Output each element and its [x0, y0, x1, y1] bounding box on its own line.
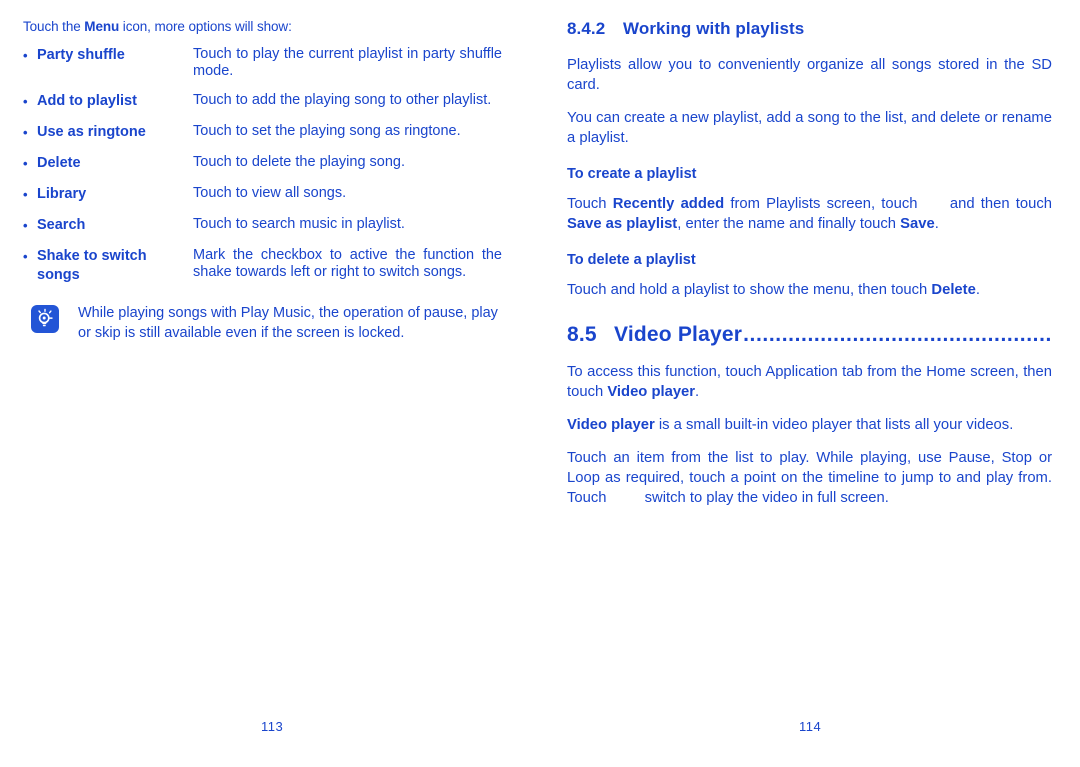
- bullet-icon: •: [23, 94, 28, 109]
- option-term-search: • Search: [23, 216, 193, 247]
- bullet-icon: •: [23, 249, 28, 264]
- menu-keyword: Menu: [84, 19, 120, 34]
- option-term-add-to-playlist: • Add to playlist: [23, 92, 193, 123]
- video-player-keyword: Video player: [567, 417, 655, 433]
- right-page-column: 8.4.2 Working with playlists Playlists al…: [567, 18, 1052, 508]
- bullet-icon: •: [23, 48, 28, 63]
- step-text: Touch: [567, 196, 613, 212]
- option-term-label: Delete: [37, 155, 81, 171]
- table-row: • Library Touch to view all songs.: [23, 185, 504, 216]
- bullet-icon: •: [23, 156, 28, 171]
- option-desc-party-shuffle: Touch to play the current playlist in pa…: [193, 46, 502, 79]
- option-desc-add-to-playlist: Touch to add the playing song to other p…: [193, 92, 492, 108]
- subheading-delete-playlist: To delete a playlist: [567, 252, 696, 268]
- recently-added-keyword: Recently added: [612, 196, 725, 212]
- paragraph-text: switch to play the video in full screen.: [644, 490, 889, 506]
- option-term-label: Search: [37, 217, 86, 233]
- table-row: • Party shuffle Touch to play the current…: [23, 46, 504, 92]
- menu-intro-before: Touch the: [23, 19, 85, 34]
- table-row: • Delete Touch to delete the playing song…: [23, 154, 504, 185]
- menu-options-body: • Party shuffle Touch to play the current…: [23, 46, 504, 297]
- heading-number: 8.4.2: [567, 19, 606, 38]
- option-term-label: Use as ringtone: [37, 124, 146, 140]
- menu-intro-text: Touch the Menu icon, more options will s…: [23, 18, 504, 35]
- lightbulb-tip-icon: [31, 305, 59, 333]
- paragraph-text: .: [695, 384, 700, 400]
- bullet-icon: •: [23, 187, 28, 202]
- option-desc-search: Touch to search music in playlist.: [193, 216, 405, 232]
- playlists-intro-paragraph: Playlists allow you to conveniently orga…: [567, 57, 1052, 93]
- option-term-shake-to-switch-songs: • Shake to switch songs: [23, 247, 193, 297]
- step-text: .: [934, 216, 939, 232]
- option-desc-delete: Touch to delete the playing song.: [193, 154, 406, 170]
- option-desc-shake-to-switch-songs: Mark the checkbox to active the function…: [193, 247, 502, 280]
- table-row: • Add to playlist Touch to add the playin…: [23, 92, 504, 123]
- option-term-label: Shake to switch songs: [37, 248, 147, 283]
- save-as-playlist-keyword: Save as playlist: [567, 216, 678, 232]
- left-page-column: Touch the Menu icon, more options will s…: [23, 18, 504, 343]
- heading-number: 8.5: [567, 323, 597, 346]
- option-term-label: Party shuffle: [37, 47, 125, 63]
- menu-intro-after: icon, more options will show:: [119, 19, 292, 34]
- bullet-icon: •: [23, 218, 28, 233]
- save-keyword: Save: [900, 216, 935, 232]
- delete-keyword: Delete: [931, 282, 976, 298]
- step-text: , enter the name and finally touch: [677, 216, 901, 232]
- step-text: and then touch: [943, 196, 1052, 212]
- bullet-icon: •: [23, 125, 28, 140]
- tip-callout: While playing songs with Play Music, the…: [23, 303, 504, 343]
- step-text: Touch and hold a playlist to show the me…: [567, 282, 932, 298]
- delete-playlist-steps: Touch and hold a playlist to show the me…: [567, 280, 1052, 300]
- heading-title: Working with playlists: [623, 19, 805, 38]
- option-term-use-as-ringtone: • Use as ringtone: [23, 123, 193, 154]
- table-row: • Use as ringtone Touch to set the playin…: [23, 123, 504, 154]
- menu-options-table: • Party shuffle Touch to play the current…: [23, 46, 504, 297]
- heading-8-5-video-player: 8.5 Video Player.........................…: [567, 322, 1052, 348]
- step-text: .: [975, 282, 980, 298]
- dot-leaders: ........................................…: [743, 323, 1052, 346]
- paragraph-text: is a small built-in video player that li…: [654, 417, 1014, 433]
- page-number-left: 113: [261, 719, 284, 734]
- option-term-label: Add to playlist: [37, 93, 137, 109]
- subheading-create-playlist: To create a playlist: [567, 166, 697, 182]
- heading-8-4-2: 8.4.2 Working with playlists: [567, 18, 1052, 39]
- option-term-delete: • Delete: [23, 154, 193, 185]
- video-player-playback-paragraph: Touch an item from the list to play. Whi…: [567, 448, 1052, 508]
- heading-title: Video Player: [614, 323, 743, 346]
- option-desc-use-as-ringtone: Touch to set the playing song as rington…: [193, 123, 461, 139]
- page-number-right: 114: [799, 719, 822, 734]
- table-row: • Shake to switch songs Mark the checkbox…: [23, 247, 504, 297]
- manual-page-spread: Touch the Menu icon, more options will s…: [0, 0, 1080, 767]
- playlists-capabilities-paragraph: You can create a new playlist, add a son…: [567, 110, 1052, 146]
- option-term-party-shuffle: • Party shuffle: [23, 46, 193, 92]
- option-term-library: • Library: [23, 185, 193, 216]
- step-text: from Playlists screen, touch: [724, 196, 924, 212]
- option-term-label: Library: [37, 186, 87, 202]
- video-player-description-paragraph: Video player is a small built-in video p…: [567, 415, 1052, 435]
- table-row: • Search Touch to search music in playlis…: [23, 216, 504, 247]
- tip-text: While playing songs with Play Music, the…: [78, 305, 498, 341]
- video-player-keyword: Video player: [607, 384, 696, 400]
- option-desc-library: Touch to view all songs.: [193, 185, 347, 201]
- video-player-access-paragraph: To access this function, touch Applicati…: [567, 362, 1052, 402]
- create-playlist-steps: Touch Recently added from Playlists scre…: [567, 194, 1052, 234]
